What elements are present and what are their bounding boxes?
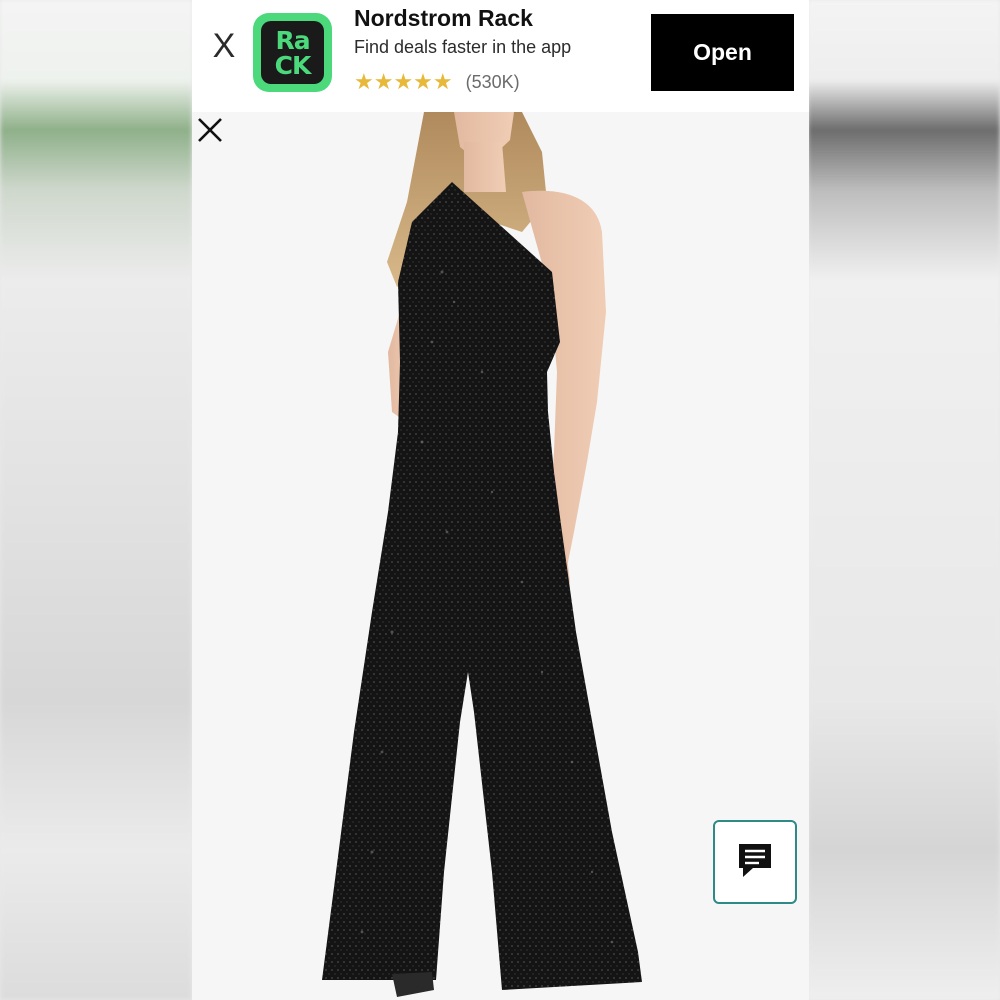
open-app-button[interactable]: Open bbox=[651, 14, 794, 91]
chat-button[interactable] bbox=[713, 820, 797, 904]
app-icon-logo: Ra CK bbox=[261, 21, 324, 84]
app-icon-text-bottom: CK bbox=[274, 50, 312, 80]
app-tagline: Find deals faster in the app bbox=[354, 37, 572, 57]
app-rating: ★★★★★ (530K) bbox=[354, 70, 520, 94]
app-name: Nordstrom Rack bbox=[354, 5, 533, 31]
nordstrom-rack-app-icon: Ra CK bbox=[253, 13, 332, 92]
banner-close-button[interactable]: X bbox=[206, 26, 242, 66]
rating-count: (530K) bbox=[465, 71, 520, 92]
phone-screen: X Ra CK Nordstrom Rack Find deals faster… bbox=[192, 0, 809, 1000]
close-icon[interactable] bbox=[192, 112, 228, 148]
chat-bubble-icon bbox=[739, 844, 771, 877]
star-rating-icons: ★★★★★ bbox=[354, 69, 453, 94]
app-install-banner: X Ra CK Nordstrom Rack Find deals faster… bbox=[192, 0, 809, 112]
backdrop-right bbox=[808, 0, 1000, 1000]
app-icon-text-top: Ra bbox=[275, 25, 310, 55]
backdrop-left bbox=[0, 0, 192, 1000]
